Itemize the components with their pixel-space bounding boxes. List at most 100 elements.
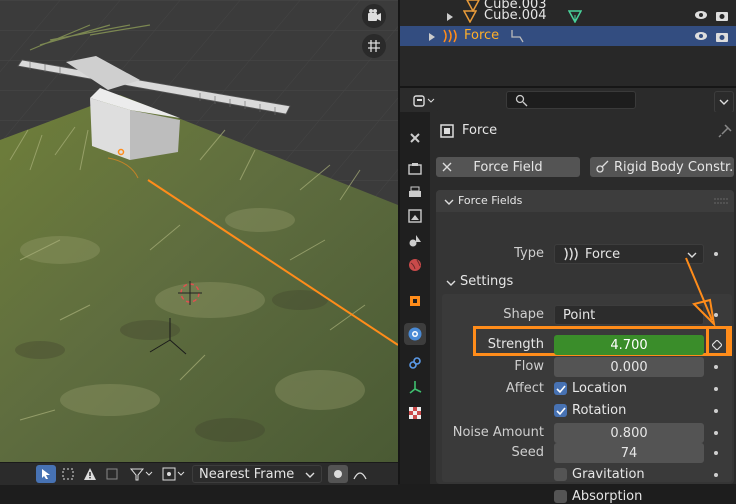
outliner-item-label: Force <box>464 28 500 43</box>
tab-scene[interactable] <box>404 230 426 252</box>
properties-search-input[interactable] <box>506 91 636 109</box>
tab-texture[interactable] <box>404 402 426 424</box>
expand-arrow-icon[interactable] <box>428 31 436 46</box>
tab-object[interactable] <box>404 290 426 312</box>
select-mode-button[interactable] <box>36 465 56 483</box>
noise-amount-field[interactable]: 0.800 <box>554 423 704 443</box>
snap-icon <box>106 468 118 480</box>
scene-icon <box>409 235 421 247</box>
drag-handle-icon[interactable] <box>714 198 728 204</box>
gravitation-label[interactable]: Gravitation <box>572 467 645 482</box>
camera-render-icon[interactable] <box>715 8 729 26</box>
close-icon <box>442 162 452 172</box>
type-label: Type <box>514 246 544 261</box>
pin-icon[interactable] <box>718 124 732 138</box>
box-select-button[interactable] <box>58 465 78 483</box>
annotation-arrow <box>685 257 716 327</box>
tab-object-data[interactable] <box>404 376 426 398</box>
tab-world[interactable] <box>404 254 426 276</box>
force-field-button[interactable]: Force Field <box>436 157 580 177</box>
location-checkbox[interactable] <box>554 382 567 395</box>
chevron-down-icon <box>444 199 454 205</box>
constraint-link-icon <box>596 160 609 173</box>
force-field-icon <box>564 247 578 261</box>
viewport-divider[interactable] <box>398 0 400 484</box>
force-field-icon <box>442 29 458 47</box>
properties-editor-icon <box>413 95 435 107</box>
tab-view-layer[interactable] <box>404 205 426 227</box>
type-value: Force <box>585 246 621 262</box>
rigid-body-constraint-button[interactable]: Rigid Body Constr... <box>590 157 734 177</box>
shape-value: Point <box>563 307 596 323</box>
location-label[interactable]: Location <box>572 381 627 396</box>
3d-viewport[interactable] <box>0 0 398 462</box>
strength-label: Strength <box>487 337 544 352</box>
warning-button[interactable] <box>80 465 100 483</box>
tab-constraints[interactable] <box>404 352 426 374</box>
keyframe-dot[interactable] <box>714 387 718 391</box>
object-icon <box>410 296 420 306</box>
expand-arrow-icon[interactable] <box>446 11 454 26</box>
outliner-row[interactable]: Cube.004 <box>400 6 736 26</box>
keyframe-dot[interactable] <box>714 451 718 455</box>
options-dropdown-button[interactable] <box>714 91 734 113</box>
shape-label: Shape <box>503 307 544 322</box>
flow-value: 0.000 <box>610 359 648 375</box>
eye-icon[interactable] <box>694 30 708 46</box>
proportional-edit-button[interactable] <box>328 465 348 483</box>
editor-type-button[interactable] <box>410 91 440 111</box>
rotation-checkbox[interactable] <box>554 404 567 417</box>
box-select-icon <box>62 468 74 480</box>
chevron-down-icon <box>446 280 456 286</box>
filter-button[interactable] <box>128 465 156 483</box>
snap-button[interactable] <box>102 465 122 483</box>
camera-view-button[interactable] <box>362 4 386 28</box>
keyframe-dot[interactable] <box>714 431 718 435</box>
frame-mode-dropdown[interactable]: Nearest Frame <box>192 465 322 483</box>
absorption-label[interactable]: Absorption <box>572 489 642 504</box>
rotation-label[interactable]: Rotation <box>572 403 626 418</box>
constraint-icon <box>409 357 421 369</box>
keyframe-dot[interactable] <box>714 409 718 413</box>
frame-mode-label: Nearest Frame <box>199 466 295 482</box>
falloff-button[interactable] <box>350 465 370 483</box>
mesh-icon <box>462 9 478 27</box>
outliner: Cube.003 Cube.004 Force <box>400 0 736 86</box>
render-icon <box>408 163 422 175</box>
tab-tool[interactable] <box>404 126 426 148</box>
outliner-item-label: Cube.004 <box>484 8 547 23</box>
force-fields-panel-header[interactable]: Force Fields <box>436 190 734 212</box>
wrench-screwdriver-icon <box>410 133 420 143</box>
ortho-toggle-button[interactable] <box>362 34 386 58</box>
mesh-data-icon <box>567 9 583 27</box>
falloff-icon <box>353 472 367 480</box>
strength-field[interactable]: 4.700 <box>554 335 704 355</box>
gravitation-checkbox[interactable] <box>554 468 567 481</box>
rigid-body-label: Rigid Body Constr... <box>614 159 734 175</box>
outliner-row-selected[interactable]: Force <box>400 26 736 46</box>
image-icon <box>408 209 422 223</box>
strength-value: 4.700 <box>610 337 648 353</box>
tab-output[interactable] <box>404 182 426 204</box>
absorption-checkbox[interactable] <box>554 490 567 503</box>
search-icon <box>515 94 528 106</box>
camera-icon <box>368 9 381 21</box>
seed-field[interactable]: 74 <box>554 443 704 463</box>
tab-physics[interactable] <box>404 323 426 345</box>
noise-amount-value: 0.800 <box>610 425 648 441</box>
properties-header <box>400 88 736 113</box>
keyframe-dot[interactable] <box>714 473 718 477</box>
axes-icon <box>409 381 422 394</box>
keyframe-dot[interactable] <box>714 365 718 369</box>
settings-title: Settings <box>460 274 514 289</box>
physics-icon <box>408 327 422 341</box>
camera-render-icon[interactable] <box>715 29 729 47</box>
eye-icon[interactable] <box>694 9 708 25</box>
grid-icon <box>368 40 380 52</box>
flow-field[interactable]: 0.000 <box>554 357 704 377</box>
tab-render[interactable] <box>404 158 426 180</box>
properties-editor: Force Force Field Rigid Body Constr... F… <box>400 88 736 504</box>
pivot-button[interactable] <box>160 465 188 483</box>
outliner-properties-divider[interactable] <box>400 86 736 88</box>
keyframe-diamond-icon[interactable] <box>712 340 722 350</box>
